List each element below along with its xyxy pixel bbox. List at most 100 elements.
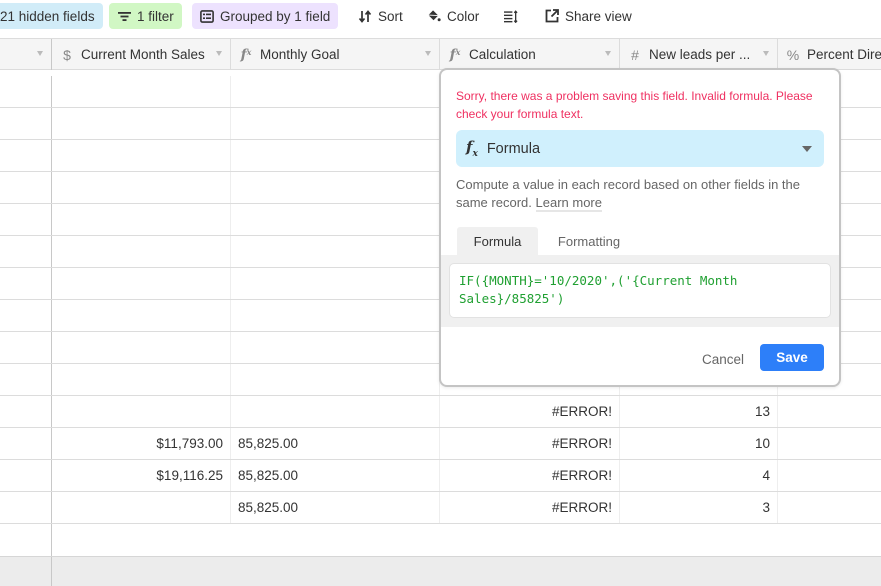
primary-cell[interactable] — [0, 300, 52, 331]
group-label: Grouped by 1 field — [220, 8, 331, 24]
current-month-sales-cell[interactable] — [52, 236, 231, 267]
table-row[interactable]: $19,116.25 85,825.00 #ERROR! 4 — [0, 460, 881, 492]
primary-cell[interactable] — [0, 396, 52, 427]
calculation-cell[interactable]: #ERROR! — [440, 460, 620, 491]
monthly-goal-cell[interactable] — [231, 236, 440, 267]
column-header-calculation[interactable]: fx Calculation — [440, 39, 620, 70]
current-month-sales-cell[interactable] — [52, 492, 231, 523]
hidden-fields-button[interactable]: 21 hidden fields — [0, 3, 103, 29]
monthly-goal-cell[interactable] — [231, 268, 440, 299]
monthly-goal-cell[interactable] — [231, 300, 440, 331]
calculation-cell[interactable]: #ERROR! — [440, 396, 620, 427]
primary-cell[interactable] — [0, 460, 52, 491]
primary-cell[interactable] — [0, 236, 52, 267]
monthly-goal-cell[interactable] — [231, 204, 440, 235]
sort-label: Sort — [378, 8, 403, 24]
chevron-down-icon[interactable] — [216, 51, 222, 56]
current-month-sales-cell[interactable] — [52, 108, 231, 139]
calculation-cell[interactable]: #ERROR! — [440, 428, 620, 459]
share-view-button[interactable]: Share view — [537, 3, 640, 29]
summary-footer — [0, 556, 881, 586]
primary-cell[interactable] — [0, 108, 52, 139]
monthly-goal-cell[interactable] — [231, 332, 440, 363]
column-header-label: Current Month Sales — [81, 47, 205, 62]
primary-cell[interactable] — [0, 332, 52, 363]
column-header-primary[interactable] — [0, 39, 52, 70]
new-leads-cell[interactable]: 13 — [620, 396, 778, 427]
tab-formatting[interactable]: Formatting — [545, 227, 633, 255]
monthly-goal-cell[interactable] — [231, 396, 440, 427]
monthly-goal-cell[interactable] — [231, 140, 440, 171]
current-month-sales-cell[interactable] — [52, 268, 231, 299]
field-type-select[interactable]: fx Formula — [456, 130, 824, 167]
field-type-description: Compute a value in each record based on … — [456, 176, 828, 212]
monthly-goal-cell[interactable] — [231, 76, 440, 107]
primary-cell[interactable] — [0, 76, 52, 107]
current-month-sales-cell[interactable] — [52, 76, 231, 107]
group-button[interactable]: Grouped by 1 field — [192, 3, 339, 29]
current-month-sales-cell[interactable] — [52, 172, 231, 203]
new-leads-cell[interactable]: 10 — [620, 428, 778, 459]
current-month-sales-cell[interactable] — [52, 364, 231, 395]
error-message: Sorry, there was a problem saving this f… — [456, 89, 813, 121]
primary-cell[interactable] — [0, 140, 52, 171]
current-month-sales-cell[interactable]: $11,793.00 — [52, 428, 231, 459]
current-month-sales-cell[interactable] — [52, 204, 231, 235]
group-icon — [200, 9, 214, 23]
chevron-down-icon[interactable] — [763, 51, 769, 56]
monthly-goal-cell[interactable] — [231, 172, 440, 203]
column-header-monthly-goal[interactable]: fx Monthly Goal — [231, 39, 440, 70]
formula-editor-panel: IF({MONTH}='10/2020',('{Current Month Sa… — [441, 255, 839, 327]
percent-direct-cell[interactable] — [778, 428, 881, 459]
table-row[interactable]: $11,793.00 85,825.00 #ERROR! 10 — [0, 428, 881, 460]
table-row[interactable]: 85,825.00 #ERROR! 3 — [0, 492, 881, 524]
primary-cell[interactable] — [0, 428, 52, 459]
percent-direct-cell[interactable] — [778, 460, 881, 491]
column-header-label: Monthly Goal — [260, 47, 340, 62]
chevron-down-icon — [802, 146, 812, 152]
primary-cell[interactable] — [0, 204, 52, 235]
formula-input[interactable]: IF({MONTH}='10/2020',('{Current Month Sa… — [449, 263, 831, 318]
primary-cell[interactable] — [0, 364, 52, 395]
formula-icon: fx — [240, 46, 252, 63]
color-button[interactable]: Color — [419, 3, 487, 29]
new-leads-cell[interactable]: 3 — [620, 492, 778, 523]
paint-bucket-icon — [427, 9, 441, 23]
filter-button[interactable]: 1 filter — [109, 3, 182, 29]
row-height-button[interactable] — [496, 3, 526, 29]
current-month-sales-cell[interactable]: $19,116.25 — [52, 460, 231, 491]
new-leads-cell[interactable]: 4 — [620, 460, 778, 491]
column-header-percent-direct[interactable]: % Percent Direc — [778, 39, 881, 70]
sort-button[interactable]: Sort — [350, 3, 411, 29]
primary-cell[interactable] — [0, 268, 52, 299]
chevron-down-icon[interactable] — [37, 51, 43, 56]
save-button[interactable]: Save — [760, 344, 824, 371]
current-month-sales-cell[interactable] — [52, 140, 231, 171]
chevron-down-icon[interactable] — [425, 51, 431, 56]
current-month-sales-cell[interactable] — [52, 332, 231, 363]
primary-cell[interactable] — [0, 492, 52, 523]
column-header-label: Calculation — [469, 47, 536, 62]
column-header-current-month-sales[interactable]: $ Current Month Sales — [52, 39, 231, 70]
column-header-new-leads[interactable]: # New leads per ... — [620, 39, 778, 70]
tab-formula[interactable]: Formula — [457, 227, 538, 255]
monthly-goal-cell[interactable]: 85,825.00 — [231, 492, 440, 523]
monthly-goal-cell[interactable] — [231, 364, 440, 395]
learn-more-link[interactable]: Learn more — [535, 195, 602, 212]
cancel-button[interactable]: Cancel — [696, 346, 750, 372]
monthly-goal-cell[interactable]: 85,825.00 — [231, 428, 440, 459]
calculation-cell[interactable]: #ERROR! — [440, 492, 620, 523]
monthly-goal-cell[interactable]: 85,825.00 — [231, 460, 440, 491]
current-month-sales-cell[interactable] — [52, 300, 231, 331]
percent-direct-cell[interactable] — [778, 492, 881, 523]
column-header-label: New leads per ... — [649, 47, 751, 62]
percent-direct-cell[interactable] — [778, 396, 881, 427]
row-height-icon — [504, 9, 518, 23]
chevron-down-icon[interactable] — [605, 51, 611, 56]
current-month-sales-cell[interactable] — [52, 396, 231, 427]
primary-cell[interactable] — [0, 172, 52, 203]
formula-icon: fx — [449, 46, 461, 63]
table-row[interactable]: #ERROR! 13 — [0, 396, 881, 428]
monthly-goal-cell[interactable] — [231, 108, 440, 139]
field-config-popover: Sorry, there was a problem saving this f… — [439, 68, 841, 387]
